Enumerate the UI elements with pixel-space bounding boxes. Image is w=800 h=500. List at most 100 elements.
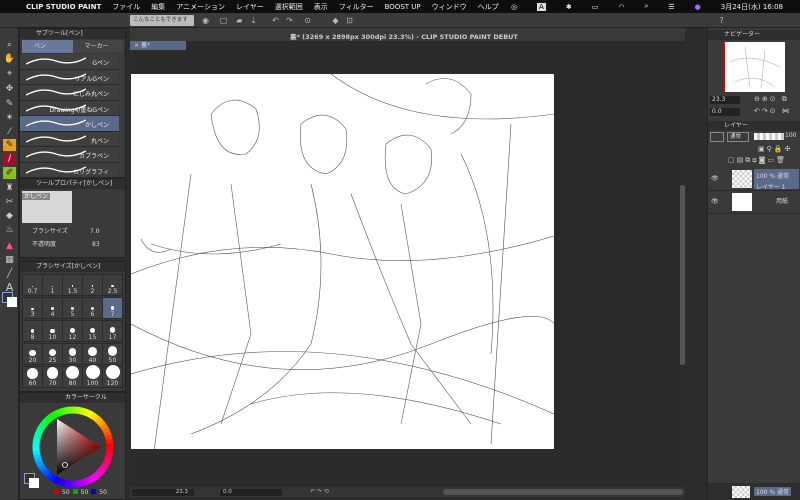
input-source-icon[interactable]: A bbox=[537, 2, 546, 11]
brush-size-cell[interactable]: 70 bbox=[42, 366, 63, 388]
menu-app-name[interactable]: CLIP STUDIO PAINT bbox=[26, 3, 101, 11]
menu-edit[interactable]: 編集 bbox=[151, 2, 165, 12]
color-wheel[interactable] bbox=[31, 405, 115, 489]
brush-size-cell[interactable]: 40 bbox=[82, 343, 103, 365]
pen-tool-icon[interactable]: ✎ bbox=[3, 139, 16, 151]
layer-type-select[interactable] bbox=[710, 132, 724, 142]
opacity-value[interactable]: 83 bbox=[92, 241, 100, 248]
brush-size-cell[interactable]: 6 bbox=[82, 297, 103, 319]
figure-icon[interactable]: ╱ bbox=[3, 268, 16, 280]
brush-item[interactable]: リアルGペン bbox=[20, 69, 119, 85]
hint-button[interactable]: こんなこともできます bbox=[130, 15, 194, 26]
fill-icon[interactable]: ◆ bbox=[330, 15, 341, 26]
blend-mode-select[interactable]: 通常 bbox=[727, 132, 749, 142]
menu-boostup[interactable]: BOOST UP bbox=[385, 3, 421, 11]
operation-tool-icon[interactable]: ⌖ bbox=[3, 68, 16, 80]
brush-item[interactable]: 丸ペン bbox=[20, 131, 119, 147]
control-center-icon[interactable]: ☰ bbox=[668, 3, 674, 11]
visibility-eye-icon[interactable]: 👁 bbox=[711, 175, 719, 182]
brush-item[interactable]: カリグラフィ bbox=[20, 162, 119, 178]
menu-filter[interactable]: フィルター bbox=[339, 2, 374, 12]
navigator-zoom-buttons[interactable]: ⊖⊕⊙ ⧉ bbox=[754, 95, 789, 104]
gradient-icon[interactable]: ▦ bbox=[3, 254, 16, 266]
brush-size-cell[interactable]: 20 bbox=[22, 343, 43, 365]
brush-size-cell[interactable]: 1 bbox=[42, 274, 63, 296]
brush-size-cell[interactable]: 25 bbox=[42, 343, 63, 365]
auto-select-icon[interactable]: ✶ bbox=[3, 112, 16, 124]
brush-size-cell[interactable]: 1.5 bbox=[62, 274, 83, 296]
horizontal-scrollbar[interactable] bbox=[443, 489, 683, 495]
navigator-rotate-buttons[interactable]: ↶↷⊙ ⋈ bbox=[754, 107, 791, 115]
open-folder-icon[interactable]: ▰ bbox=[234, 15, 245, 26]
layer-action-icons[interactable]: ▢▤⧉⧈◙▭🗑 bbox=[728, 156, 787, 165]
brush-size-cell[interactable]: 8 bbox=[22, 320, 43, 342]
brush-size-cell[interactable]: 0.7 bbox=[22, 274, 43, 296]
zoom-tool-icon[interactable]: ⌕ bbox=[3, 39, 16, 51]
search-icon[interactable]: ⌕ bbox=[644, 2, 648, 11]
hand-tool-icon[interactable]: ✋ bbox=[3, 53, 16, 65]
menu-help[interactable]: ヘルプ bbox=[478, 2, 499, 12]
brush-item[interactable]: Drawing4/重ねGペン bbox=[20, 100, 119, 116]
fill-tool-icon[interactable]: ▲ bbox=[3, 240, 16, 252]
brush-size-cell[interactable]: 50 bbox=[102, 343, 123, 365]
tab-marker[interactable]: マーカー bbox=[72, 40, 123, 53]
brush-size-cell[interactable]: 12 bbox=[62, 320, 83, 342]
bluetooth-icon[interactable]: ✱ bbox=[566, 3, 572, 11]
menu-layer[interactable]: レイヤー bbox=[236, 2, 264, 12]
tab-pen[interactable]: ペン bbox=[22, 40, 73, 53]
airbrush-icon[interactable]: ♜ bbox=[3, 182, 16, 194]
brush-size-cell[interactable]: 30 bbox=[62, 343, 83, 365]
eyedropper-icon[interactable]: ⁄ bbox=[3, 126, 16, 138]
brush-item[interactable]: かしペン bbox=[20, 116, 119, 132]
brush-size-cell[interactable]: 10 bbox=[42, 320, 63, 342]
layer-row[interactable]: 👁 100 % 通常 レイヤー 1 bbox=[708, 168, 800, 191]
menu-selection[interactable]: 選択範囲 bbox=[275, 2, 303, 12]
brush-size-cell[interactable]: 4 bbox=[42, 297, 63, 319]
help-icon[interactable]: ? bbox=[716, 15, 727, 26]
brush-item[interactable]: にじみ丸ペン bbox=[20, 85, 119, 101]
brush-size-cell[interactable]: 2 bbox=[82, 274, 103, 296]
rotate-icons[interactable]: ↶ ↷ ⟲ bbox=[310, 488, 329, 495]
opacity-slider[interactable] bbox=[754, 133, 784, 140]
layer-row[interactable]: 👁 用紙 bbox=[708, 191, 800, 214]
crop-icon[interactable]: ⊡ bbox=[344, 15, 355, 26]
brush-size-cell[interactable]: 120 bbox=[102, 365, 123, 388]
brush-tool-icon[interactable]: ✐ bbox=[3, 167, 16, 179]
layer-opacity-value[interactable]: 100 bbox=[785, 132, 796, 139]
vertical-scrollbar[interactable] bbox=[680, 185, 685, 365]
brush-size-cell[interactable]: 5 bbox=[62, 297, 83, 319]
brush-size-cell[interactable]: 80 bbox=[62, 366, 83, 388]
battery-icon[interactable]: ▭ bbox=[592, 3, 599, 11]
menu-window[interactable]: ウィンドウ bbox=[432, 2, 467, 12]
zoom-field[interactable]: 23.3 bbox=[132, 489, 194, 496]
navigator-rotation-field[interactable]: 0.0 bbox=[710, 108, 740, 116]
decoration-icon[interactable]: ✂ bbox=[3, 196, 16, 208]
gallery-icon[interactable]: ◉ bbox=[200, 15, 211, 26]
menu-file[interactable]: ファイル bbox=[112, 2, 140, 12]
pencil-tool-icon[interactable]: / bbox=[3, 153, 16, 165]
blend-icon[interactable]: ♨ bbox=[3, 224, 16, 236]
redo-icon[interactable]: ↷ bbox=[284, 15, 295, 26]
selection-tool-icon[interactable]: ✎ bbox=[3, 98, 16, 110]
drawing-canvas[interactable] bbox=[130, 73, 562, 475]
brush-size-cell[interactable]: 7 bbox=[102, 297, 123, 319]
brush-size-cell[interactable]: 3 bbox=[22, 297, 43, 319]
undo-icon[interactable]: ↶ bbox=[270, 15, 281, 26]
brush-size-cell[interactable]: 17 bbox=[102, 320, 123, 342]
deselect-icon[interactable]: ⊙ bbox=[302, 15, 313, 26]
visibility-eye-icon[interactable]: 👁 bbox=[711, 198, 719, 205]
wifi-icon[interactable]: ◠ bbox=[618, 3, 624, 11]
brush-size-cell[interactable]: 60 bbox=[22, 366, 43, 388]
brush-size-cell[interactable]: 15 bbox=[82, 320, 103, 342]
save-icon[interactable]: ⤓ bbox=[248, 15, 259, 26]
navigator-zoom-field[interactable]: 23.3 bbox=[710, 96, 740, 104]
sub-color[interactable] bbox=[29, 478, 39, 488]
creative-cloud-icon[interactable]: ◎ bbox=[511, 3, 517, 11]
brush-item[interactable]: Gペン bbox=[20, 54, 119, 70]
brush-size-value[interactable]: 7.0 bbox=[90, 228, 100, 235]
layer-lock-icons[interactable]: ▣⚲🔒✣ bbox=[758, 145, 792, 153]
eraser-icon[interactable]: ◆ bbox=[3, 210, 16, 222]
brush-size-cell[interactable]: 100 bbox=[82, 365, 103, 388]
document-tab[interactable]: × 裏* bbox=[130, 41, 186, 50]
navigator-preview[interactable] bbox=[723, 42, 785, 92]
